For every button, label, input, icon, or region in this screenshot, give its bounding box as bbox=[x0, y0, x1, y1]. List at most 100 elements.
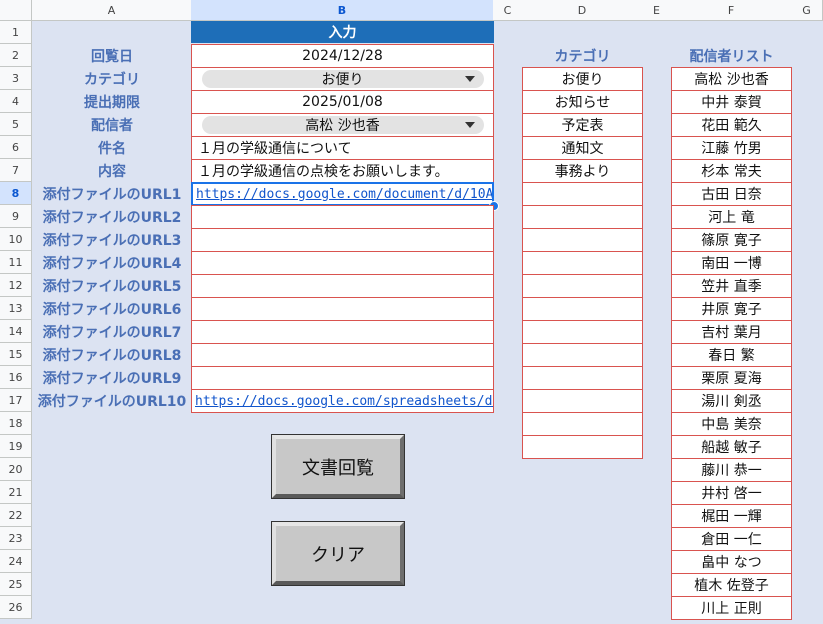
date-cell[interactable]: 2024/12/28 bbox=[191, 44, 494, 68]
url-cell[interactable] bbox=[191, 343, 494, 367]
select-all-corner[interactable] bbox=[0, 0, 32, 21]
category-list-item[interactable] bbox=[522, 320, 643, 344]
sender-list-item[interactable]: 中井 泰賀 bbox=[671, 90, 792, 114]
category-cell[interactable]: お便り bbox=[191, 67, 494, 91]
row-header[interactable]: 11 bbox=[0, 251, 32, 274]
sender-list-item[interactable]: 川上 正則 bbox=[671, 596, 792, 620]
row-header[interactable]: 21 bbox=[0, 481, 32, 504]
sender-list-item[interactable]: 梶田 一輝 bbox=[671, 504, 792, 528]
sender-list-item[interactable]: 吉村 葉月 bbox=[671, 320, 792, 344]
row-header[interactable]: 4 bbox=[0, 90, 32, 113]
category-value: お便り bbox=[321, 72, 364, 88]
circulate-button[interactable]: 文書回覧 bbox=[271, 434, 405, 499]
deadline-cell[interactable]: 2025/01/08 bbox=[191, 90, 494, 114]
dropdown-arrow-icon[interactable] bbox=[464, 122, 475, 128]
sender-list-item[interactable]: 中島 美奈 bbox=[671, 412, 792, 436]
column-header-c[interactable]: C bbox=[493, 0, 523, 21]
category-list-item[interactable] bbox=[522, 274, 643, 298]
url-cell[interactable] bbox=[191, 274, 494, 298]
url-cell[interactable] bbox=[191, 251, 494, 275]
sender-list-item[interactable]: 南田 一博 bbox=[671, 251, 792, 275]
sender-list-item[interactable]: 植木 佐登子 bbox=[671, 573, 792, 597]
sender-list-item[interactable]: 河上 竜 bbox=[671, 205, 792, 229]
row-header[interactable]: 12 bbox=[0, 274, 32, 297]
row-header[interactable]: 20 bbox=[0, 458, 32, 481]
column-header-b[interactable]: B bbox=[191, 0, 494, 21]
category-list-item[interactable] bbox=[522, 412, 643, 436]
column-header-g[interactable]: G bbox=[791, 0, 823, 21]
sender-list-item[interactable]: 船越 敏子 bbox=[671, 435, 792, 459]
sender-list-item[interactable]: 春日 繁 bbox=[671, 343, 792, 367]
sender-list-item[interactable]: 杉本 常夫 bbox=[671, 159, 792, 183]
subject-cell[interactable]: １月の学級通信について bbox=[191, 136, 494, 160]
category-list-title: カテゴリ bbox=[554, 48, 611, 65]
row-header[interactable]: 17 bbox=[0, 389, 32, 412]
sender-list-item[interactable]: 篠原 寛子 bbox=[671, 228, 792, 252]
url1-cell[interactable]: https://docs.google.com/document/d/10A6N… bbox=[191, 182, 494, 206]
category-list-item[interactable] bbox=[522, 389, 643, 413]
row-header[interactable]: 16 bbox=[0, 366, 32, 389]
column-header-e[interactable]: E bbox=[642, 0, 672, 21]
column-header-d[interactable]: D bbox=[522, 0, 643, 21]
category-list-item[interactable]: 事務より bbox=[522, 159, 643, 183]
row-header[interactable]: 9 bbox=[0, 205, 32, 228]
category-list-item[interactable] bbox=[522, 343, 643, 367]
category-list-item[interactable] bbox=[522, 366, 643, 390]
category-list-item[interactable] bbox=[522, 228, 643, 252]
row-header[interactable]: 26 bbox=[0, 596, 32, 619]
row-header[interactable]: 3 bbox=[0, 67, 32, 90]
dropdown-arrow-icon[interactable] bbox=[464, 76, 475, 82]
row-header[interactable]: 18 bbox=[0, 412, 32, 435]
sender-list-item[interactable]: 花田 範久 bbox=[671, 113, 792, 137]
row-header[interactable]: 10 bbox=[0, 228, 32, 251]
category-list-item[interactable] bbox=[522, 182, 643, 206]
sender-list-item[interactable]: 湯川 剣丞 bbox=[671, 389, 792, 413]
row-header[interactable]: 24 bbox=[0, 550, 32, 573]
sender-list-item[interactable]: 藤川 恭一 bbox=[671, 458, 792, 482]
row-header[interactable]: 1 bbox=[0, 21, 32, 44]
row-header[interactable]: 13 bbox=[0, 297, 32, 320]
row-header[interactable]: 8 bbox=[0, 182, 32, 205]
category-list-item[interactable]: お便り bbox=[522, 67, 643, 91]
row-header[interactable]: 19 bbox=[0, 435, 32, 458]
row-header[interactable]: 2 bbox=[0, 44, 32, 67]
url-cell[interactable] bbox=[191, 205, 494, 229]
sender-list-item[interactable]: 笠井 直季 bbox=[671, 274, 792, 298]
sender-list-item[interactable]: 井原 寛子 bbox=[671, 297, 792, 321]
sender-list-item[interactable]: 高松 沙也香 bbox=[671, 67, 792, 91]
category-list-item[interactable] bbox=[522, 435, 643, 459]
column-header-a[interactable]: A bbox=[32, 0, 192, 21]
category-list-item[interactable]: 通知文 bbox=[522, 136, 643, 160]
sender-dropdown[interactable]: 高松 沙也香 bbox=[201, 116, 484, 134]
sender-list-item[interactable]: 倉田 一仁 bbox=[671, 527, 792, 551]
category-list-item[interactable] bbox=[522, 297, 643, 321]
content-cell[interactable]: １月の学級通信の点検をお願いします。 bbox=[191, 159, 494, 183]
sender-cell[interactable]: 高松 沙也香 bbox=[191, 113, 494, 137]
url-cell[interactable] bbox=[191, 320, 494, 344]
url10-cell[interactable]: https://docs.google.com/spreadsheets/d/1… bbox=[191, 389, 494, 413]
row-header[interactable]: 22 bbox=[0, 504, 32, 527]
sender-list-item[interactable]: 江藤 竹男 bbox=[671, 136, 792, 160]
category-list-item[interactable] bbox=[522, 251, 643, 275]
sender-list-item[interactable]: 栗原 夏海 bbox=[671, 366, 792, 390]
row-header[interactable]: 23 bbox=[0, 527, 32, 550]
row-header[interactable]: 6 bbox=[0, 136, 32, 159]
url-cell[interactable] bbox=[191, 228, 494, 252]
category-dropdown[interactable]: お便り bbox=[201, 70, 484, 88]
sender-list-item[interactable]: 古田 日奈 bbox=[671, 182, 792, 206]
row-header[interactable]: 14 bbox=[0, 320, 32, 343]
sender-list-item[interactable]: 井村 啓一 bbox=[671, 481, 792, 505]
row-header[interactable]: 25 bbox=[0, 573, 32, 596]
category-list-item[interactable]: 予定表 bbox=[522, 113, 643, 137]
column-header-f[interactable]: F bbox=[671, 0, 792, 21]
row-header[interactable]: 7 bbox=[0, 159, 32, 182]
url-cell[interactable] bbox=[191, 366, 494, 390]
form-label: 添付ファイルのURL9 bbox=[42, 370, 182, 387]
url-cell[interactable] bbox=[191, 297, 494, 321]
clear-button[interactable]: クリア bbox=[271, 521, 405, 586]
row-header[interactable]: 5 bbox=[0, 113, 32, 136]
row-header[interactable]: 15 bbox=[0, 343, 32, 366]
category-list-item[interactable] bbox=[522, 205, 643, 229]
sender-list-item[interactable]: 畠中 なつ bbox=[671, 550, 792, 574]
category-list-item[interactable]: お知らせ bbox=[522, 90, 643, 114]
